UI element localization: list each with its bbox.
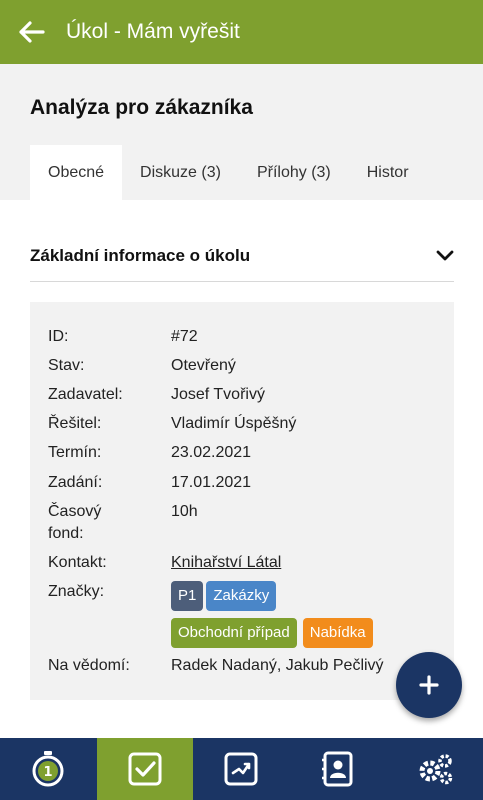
detail-row-status: Stav: Otevřený — [48, 355, 236, 377]
checkbox-icon — [128, 752, 162, 786]
detail-row-cc: Na vědomí: Radek Nadaný, Jakub Pečlivý — [48, 655, 384, 677]
tab-discussion[interactable]: Diskuze (3) — [122, 145, 239, 200]
detail-row-requester: Zadavatel: Josef Tvořivý — [48, 384, 265, 406]
section-title: Základní informace o úkolu — [30, 245, 251, 265]
detail-row-contact: Kontakt: Knihařství Látal — [48, 552, 281, 574]
detail-label: Zadavatel: — [48, 386, 123, 403]
app-bar: Úkol - Mám vyřešit — [0, 0, 483, 64]
nav-settings[interactable] — [386, 738, 483, 800]
detail-row-id: ID: #72 — [48, 326, 198, 348]
detail-label-line: Časový — [48, 503, 102, 520]
timer-badge: 1 — [44, 765, 53, 780]
task-title: Analýza pro zákazníka — [30, 96, 253, 119]
arrow-left-icon — [19, 21, 45, 43]
tag-list: P1 Zakázky Obchodní případ Nabídka — [171, 581, 421, 648]
workflow-icon — [224, 752, 258, 786]
tab-history[interactable]: Histor — [349, 145, 427, 200]
detail-label: Stav: — [48, 357, 85, 374]
detail-row-time-budget: Časový fond: 10h — [48, 501, 198, 545]
nav-workflow[interactable] — [193, 738, 290, 800]
tab-bar: Obecné Diskuze (3) Přílohy (3) Histor — [30, 145, 427, 200]
detail-value-cc: Radek Nadaný, Jakub Pečlivý — [171, 657, 384, 674]
task-header: Analýza pro zákazníka Obecné Diskuze (3)… — [0, 64, 483, 200]
detail-label: Termín: — [48, 444, 102, 461]
nav-timer[interactable]: 1 — [0, 738, 97, 800]
detail-row-deadline: Termín: 23.02.2021 — [48, 442, 251, 464]
tag-badge[interactable]: Nabídka — [302, 618, 373, 648]
detail-label: ID: — [48, 328, 69, 345]
contacts-book-icon — [322, 751, 353, 787]
nav-contacts[interactable] — [290, 738, 387, 800]
task-details-card: ID: #72 Stav: Otevřený Zadavatel: Josef … — [30, 302, 454, 700]
tag-badge[interactable]: Obchodní případ — [171, 618, 297, 648]
detail-label-line: fond: — [48, 525, 84, 542]
detail-label: Zadání: — [48, 474, 103, 491]
tag-badge[interactable]: Zakázky — [206, 581, 277, 611]
tag-badge[interactable]: P1 — [171, 581, 204, 611]
contact-link[interactable]: Knihařství Látal — [171, 552, 281, 574]
nav-tasks[interactable] — [96, 738, 194, 800]
bottom-navigation: 1 — [0, 738, 483, 800]
detail-label: Kontakt: — [48, 554, 107, 571]
detail-value-time-budget: 10h — [171, 503, 198, 520]
section-header-basic-info[interactable]: Základní informace o úkolu — [30, 230, 454, 282]
back-button[interactable] — [0, 0, 64, 64]
chevron-down-icon[interactable] — [436, 250, 454, 262]
detail-value-id: #72 — [171, 328, 198, 345]
detail-row-assigned-date: Zadání: 17.01.2021 — [48, 472, 251, 494]
tab-attachments[interactable]: Přílohy (3) — [239, 145, 349, 200]
detail-row-tags: Značky: P1 Zakázky Obchodní případ Nabídka — [48, 581, 421, 648]
add-fab-button[interactable] — [396, 652, 462, 718]
plus-icon — [419, 675, 439, 695]
detail-label: Na vědomí: — [48, 657, 130, 674]
detail-value-status: Otevřený — [171, 357, 236, 374]
detail-value-assignee: Vladimír Úspěšný — [171, 415, 297, 432]
detail-value-deadline: 23.02.2021 — [171, 444, 252, 461]
settings-gears-icon — [419, 754, 452, 785]
detail-row-assignee: Řešitel: Vladimír Úspěšný — [48, 413, 296, 435]
detail-value-assigned-date: 17.01.2021 — [171, 474, 252, 491]
detail-value-requester: Josef Tvořivý — [171, 386, 265, 403]
detail-label: Časový fond: — [48, 501, 171, 545]
tab-general[interactable]: Obecné — [30, 145, 123, 200]
stopwatch-icon: 1 — [32, 751, 64, 787]
detail-label: Řešitel: — [48, 415, 102, 432]
app-bar-title: Úkol - Mám vyřešit — [66, 20, 240, 43]
detail-label: Značky: — [48, 583, 105, 600]
